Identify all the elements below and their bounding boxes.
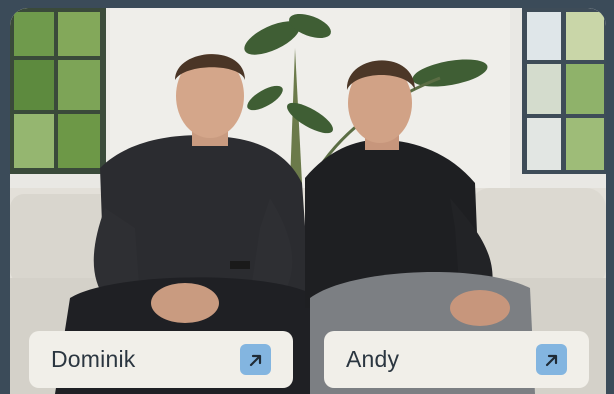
left-window [10, 8, 106, 174]
arrow-up-right-icon[interactable] [240, 344, 271, 375]
person-name-andy: Andy [346, 346, 400, 372]
person-card-dominik[interactable]: Dominik [29, 331, 293, 388]
person-card-andy[interactable]: Andy [324, 331, 589, 388]
person-name-dominik: Dominik [51, 346, 136, 372]
arrow-up-right-icon[interactable] [536, 344, 567, 375]
right-window [522, 8, 606, 174]
team-card-frame: Dominik Andy [0, 0, 614, 394]
